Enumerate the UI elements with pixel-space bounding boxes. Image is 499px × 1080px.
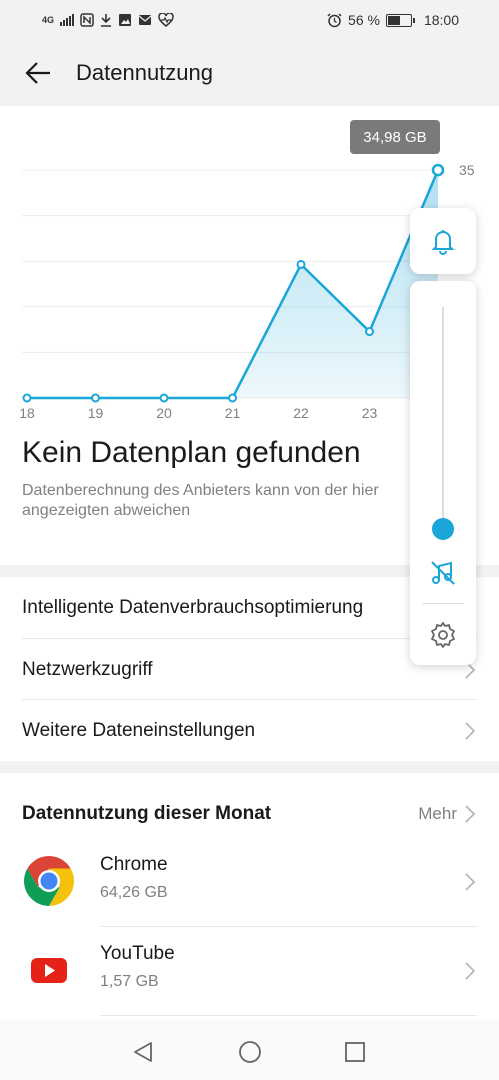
- app-header: Datennutzung: [0, 40, 499, 106]
- ringer-mode-button[interactable]: [410, 208, 476, 274]
- chart-point: [228, 393, 237, 403]
- chart-x-tick-label: 20: [156, 405, 172, 421]
- section-divider: [0, 761, 499, 773]
- chevron-right-icon: [465, 962, 475, 980]
- chart-point: [431, 163, 445, 177]
- chart-point: [22, 393, 32, 403]
- chart-x-tick-label: 19: [88, 405, 104, 421]
- app-data-size: 1,57 GB: [100, 973, 159, 990]
- menu-item-label: Weitere Dateneinstellungen: [22, 719, 256, 741]
- chevron-right-icon: [465, 873, 475, 891]
- back-button[interactable]: [0, 40, 76, 106]
- chevron-right-icon: [465, 805, 475, 823]
- chart-point: [296, 259, 306, 269]
- battery-icon: [385, 13, 415, 27]
- app-row-youtube[interactable]: YouTube 1,57 GB: [0, 927, 499, 1015]
- battery-percent: 56 %: [348, 12, 380, 28]
- more-label: Mehr: [418, 804, 457, 823]
- status-right-icons: 56 % 18:00: [327, 12, 459, 28]
- volume-slider-thumb[interactable]: [432, 518, 454, 540]
- chevron-right-icon: [465, 721, 475, 740]
- volume-divider: [422, 603, 464, 604]
- network-type: 4G: [42, 15, 55, 25]
- home-circle-icon[interactable]: [238, 1040, 262, 1064]
- arrow-left-icon: [25, 62, 50, 84]
- volume-panel: [410, 281, 476, 665]
- youtube-icon: [31, 958, 67, 983]
- status-bar: 4G 56 % 18:00: [0, 0, 499, 40]
- chart-y-max-label: 35: [459, 162, 475, 178]
- plan-title: Kein Datenplan gefunden: [22, 436, 361, 469]
- chart-point: [159, 393, 169, 403]
- nfc-icon: [80, 13, 94, 27]
- chart-x-tick-label: 23: [362, 405, 378, 421]
- plan-subtitle: Datenberechnung des Anbieters kann von d…: [22, 482, 379, 519]
- gear-icon[interactable]: [429, 621, 457, 649]
- chart-tooltip: 34,98 GB: [350, 120, 440, 154]
- music-mute-icon[interactable]: [429, 559, 457, 587]
- app-data-size: 64,26 GB: [100, 884, 168, 901]
- volume-slider-track[interactable]: [442, 307, 444, 529]
- heart-icon: [158, 13, 174, 27]
- menu-item-label: Netzwerkzugriff: [22, 658, 153, 680]
- app-name: YouTube: [100, 943, 175, 964]
- chart-area: [27, 170, 438, 398]
- page-title: Datennutzung: [76, 60, 213, 85]
- chart-x-tick-label: 21: [225, 405, 241, 421]
- navigation-bar: [0, 1020, 499, 1080]
- chart-point: [91, 393, 100, 403]
- app-name: Chrome: [100, 854, 168, 875]
- status-left-icons: 4G: [42, 13, 174, 27]
- row-divider: [100, 1015, 477, 1016]
- signal-icon: [60, 14, 75, 26]
- chart-point: [365, 327, 374, 337]
- back-triangle-icon[interactable]: [131, 1040, 155, 1064]
- app-row-chrome[interactable]: Chrome 64,26 GB: [0, 838, 499, 926]
- download-icon: [101, 14, 112, 27]
- bell-icon: [431, 230, 455, 255]
- more-button[interactable]: Mehr: [418, 804, 475, 824]
- gallery-icon: [119, 14, 132, 26]
- chart-x-tick-label: 22: [293, 405, 309, 421]
- alarm-icon: [327, 12, 342, 27]
- clock: 18:00: [423, 12, 459, 28]
- chrome-icon: [24, 856, 74, 906]
- menu-item-label: Intelligente Datenverbrauchsoptimierung: [22, 596, 364, 618]
- chart-x-tick-label: 18: [19, 405, 35, 421]
- menu-item-more-settings[interactable]: Weitere Dateneinstellungen: [0, 700, 499, 761]
- recents-square-icon[interactable]: [343, 1040, 367, 1064]
- mail-icon: [138, 15, 152, 25]
- usage-section-title: Datennutzung dieser Monat: [22, 803, 272, 824]
